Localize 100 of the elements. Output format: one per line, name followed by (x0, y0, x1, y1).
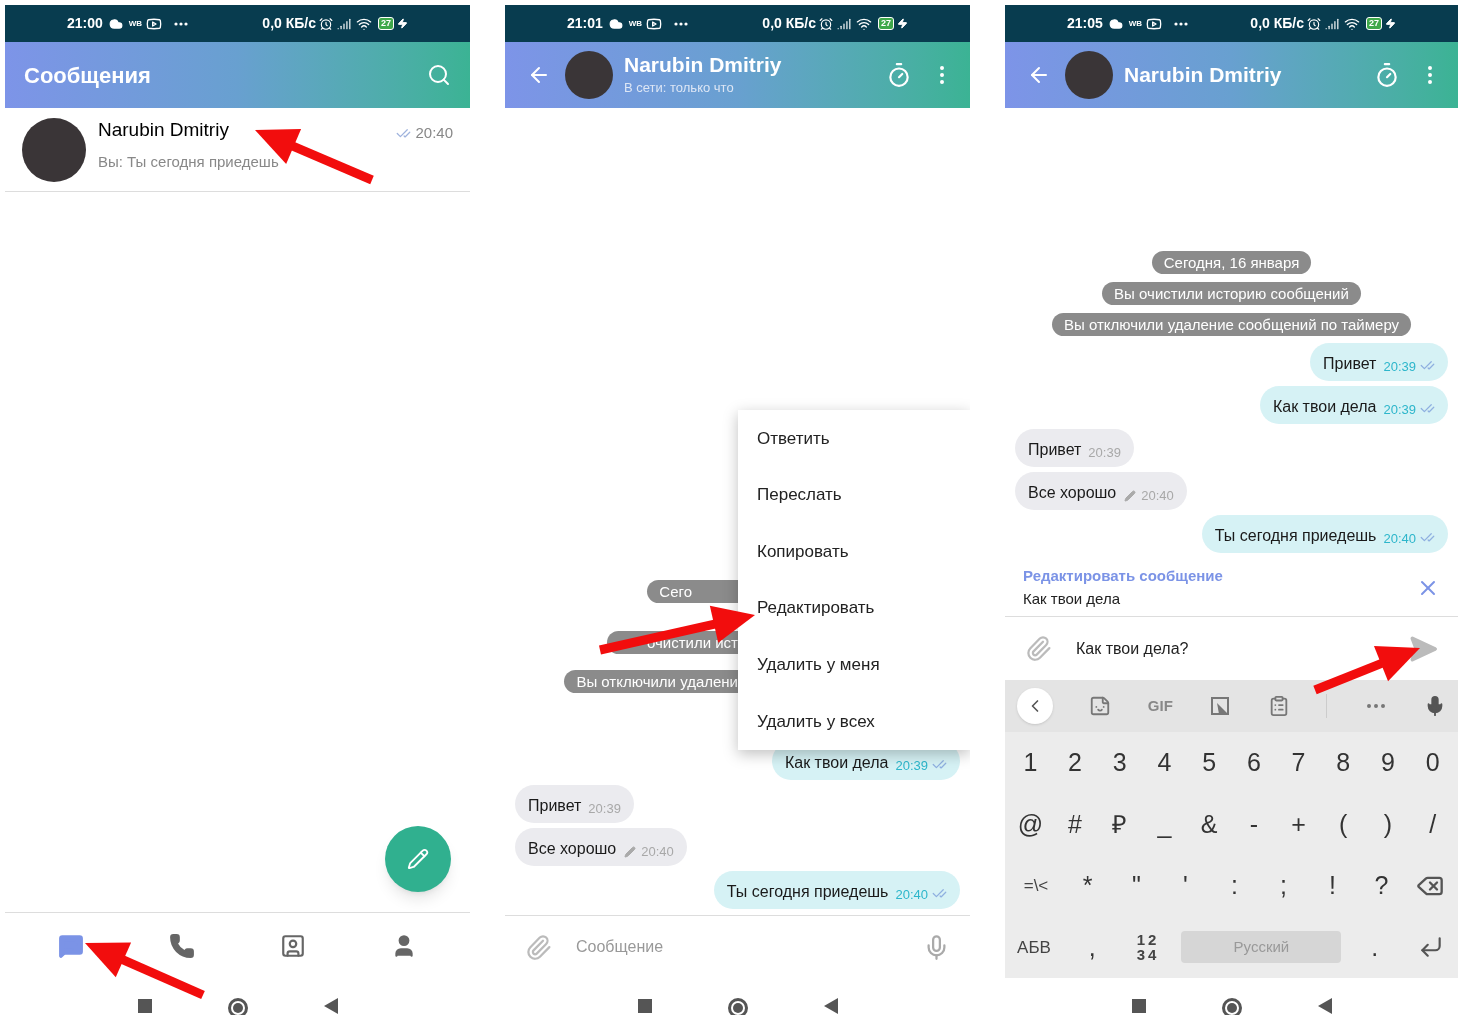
timer-icon[interactable] (886, 62, 912, 88)
phone-tab-icon[interactable] (168, 932, 195, 959)
keyboard-key[interactable]: _ (1142, 805, 1187, 843)
message-input[interactable]: Как твои дела? (1076, 636, 1266, 661)
service-message: Сегодня, 16 января (1151, 251, 1312, 274)
network-speed: 0,0 КБ/с (1250, 14, 1304, 33)
message-text: Ты сегодня приедешь (1214, 526, 1377, 546)
crop-square-icon[interactable] (1209, 695, 1232, 717)
keyboard-key[interactable]: - (1231, 805, 1277, 843)
message-bubble[interactable]: Как твои дела 20:39 (1259, 386, 1448, 424)
service-message: Вы отключили удалени (564, 670, 738, 693)
signal-icon (837, 16, 851, 31)
clock-time: 21:01 (567, 14, 603, 33)
keyboard-key[interactable]: 8 (1320, 744, 1366, 782)
cloud-icon (108, 16, 123, 31)
keyboard-key[interactable]: 2 (1052, 744, 1098, 782)
message-bubble[interactable]: Ты сегодня приедешь 20:40 (713, 871, 960, 909)
compose-fab[interactable] (385, 826, 451, 892)
keyboard-key[interactable]: 9 (1365, 744, 1411, 782)
clock-time: 21:00 (67, 14, 103, 33)
message-time: 20:40 (415, 123, 453, 143)
recents-square-icon[interactable] (137, 999, 152, 1013)
message-time: 20:40 (1383, 532, 1416, 546)
message-input[interactable]: Сообщение (576, 935, 776, 959)
keyboard-key[interactable]: & (1186, 805, 1232, 843)
service-message: Вы отключили удаление сообщений по таймеру (1051, 313, 1412, 336)
keyboard-key[interactable]: : (1212, 867, 1257, 905)
cloud-icon (1108, 16, 1123, 31)
contacts-tab-icon[interactable] (280, 932, 307, 959)
avatar-photo-placeholder (1065, 51, 1113, 99)
message-bubble[interactable]: Все хорошо 20:40 (515, 828, 687, 866)
avatar-photo-placeholder (565, 51, 613, 99)
app-label: WB (628, 17, 643, 30)
message-bubble[interactable]: Все хорошо 20:40 (1015, 472, 1187, 510)
menu-item[interactable]: Ответить (738, 410, 970, 467)
network-speed: 0,0 КБ/с (262, 14, 316, 33)
keyboard-key[interactable]: ; (1261, 867, 1306, 905)
keyboard-key[interactable]: 4 (1142, 744, 1187, 782)
contact-name: Narubin Dmitriy (624, 52, 782, 79)
keyboard-key[interactable]: 12 34 (1125, 932, 1171, 963)
keyboard-key[interactable]: . (1352, 928, 1398, 966)
message-text: Как твои дела (784, 753, 889, 773)
keyboard-key[interactable]: 7 (1276, 744, 1321, 782)
menu-item[interactable]: Редактировать (738, 579, 970, 637)
message-bubble[interactable]: Привет 20:39 (1310, 343, 1448, 381)
message-time: 20:40 (1141, 489, 1174, 503)
edit-bar-title: Редактировать сообщение (1023, 566, 1223, 586)
message-text: Привет (1323, 354, 1377, 374)
paperclip-icon[interactable] (525, 933, 552, 961)
keyboard-key[interactable]: АБВ (1009, 934, 1059, 960)
keyboard-key[interactable]: 3 (1097, 744, 1143, 782)
signal-icon (1325, 16, 1339, 31)
cloud-icon (608, 16, 623, 31)
keyboard-key[interactable]: =\< (1011, 873, 1061, 899)
menu-item[interactable]: Переслать (738, 466, 970, 524)
keyboard-key[interactable]: ? (1359, 867, 1404, 905)
keyboard-key[interactable]: " (1114, 867, 1159, 905)
message-time: 20:39 (895, 759, 928, 773)
message-text: Привет (528, 796, 582, 816)
keyboard-key[interactable]: ) (1365, 805, 1411, 843)
signal-icon (337, 16, 351, 31)
message-bubble[interactable]: Привет 20:39 (515, 785, 634, 823)
keyboard-key[interactable]: 0 (1410, 744, 1456, 782)
keyboard-key[interactable]: 5 (1186, 744, 1232, 782)
message-text: Ты сегодня приедешь (726, 882, 889, 902)
alarm-icon (319, 16, 333, 31)
message-bubble[interactable]: Привет 20:39 (1015, 429, 1134, 467)
back-triangle-icon[interactable] (323, 998, 338, 1014)
keyboard-key[interactable]: @ (1008, 805, 1053, 843)
search-icon[interactable] (427, 63, 451, 87)
timer-icon[interactable] (1374, 62, 1400, 88)
menu-item[interactable]: Копировать (738, 523, 970, 580)
keyboard-key[interactable]: ! (1310, 867, 1355, 905)
message-time: 20:39 (1088, 446, 1121, 460)
keyboard-key[interactable]: ' (1163, 867, 1208, 905)
recents-square-icon[interactable] (637, 999, 652, 1013)
keyboard-key[interactable]: ( (1320, 805, 1366, 843)
keyboard-key[interactable]: + (1276, 805, 1321, 843)
keyboard-key[interactable]: 6 (1231, 744, 1277, 782)
keyboard-key[interactable]: ₽ (1097, 805, 1143, 843)
message-time: 20:39 (588, 802, 621, 816)
back-triangle-icon[interactable] (1317, 998, 1332, 1014)
message-bubble[interactable]: Ты сегодня приедешь 20:40 (1201, 515, 1448, 553)
keyboard-key[interactable]: , (1069, 928, 1115, 966)
keyboard-key[interactable]: / (1410, 805, 1456, 843)
message-text: Все хорошо (528, 839, 617, 859)
menu-item[interactable]: Удалить у меня (738, 636, 970, 693)
paperclip-icon[interactable] (1025, 635, 1052, 662)
keyboard-key[interactable]: 1 (1008, 744, 1053, 782)
app-bar-title: Сообщения (24, 61, 151, 90)
back-triangle-icon[interactable] (823, 998, 838, 1014)
recents-square-icon[interactable] (1131, 999, 1146, 1013)
sticker-icon[interactable] (1089, 695, 1112, 717)
app-label: WB (1128, 17, 1143, 30)
service-message: Сего (647, 580, 738, 603)
chat-tab-icon[interactable] (57, 932, 84, 959)
keyboard-key[interactable]: * (1065, 867, 1110, 905)
message-time: 20:39 (1383, 360, 1416, 374)
charging-icon (1385, 18, 1396, 29)
keyboard-key[interactable]: # (1052, 805, 1098, 843)
